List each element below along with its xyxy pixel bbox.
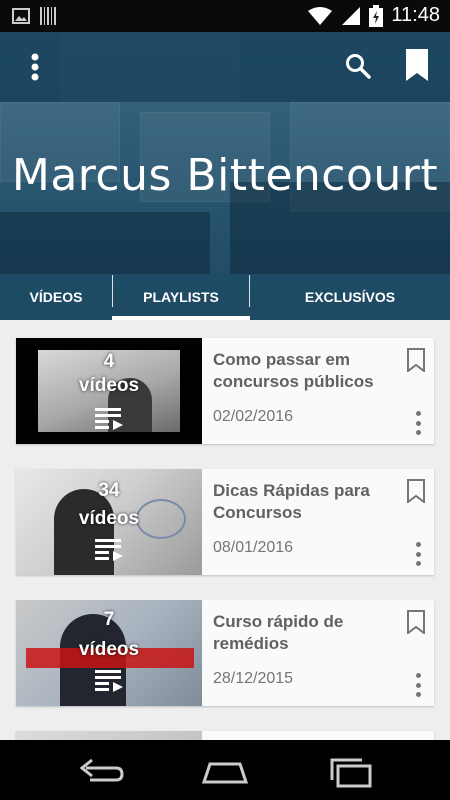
playlist-thumbnail — [16, 731, 202, 740]
tab-bar: VÍDEOS PLAYLISTS EXCLUSÍVOS — [0, 274, 450, 320]
video-count: 7 — [103, 609, 115, 630]
playlist-play-icon — [95, 539, 123, 561]
video-count-label: vídeos — [78, 639, 140, 660]
playlist-card[interactable] — [16, 731, 434, 740]
home-icon[interactable] — [200, 754, 250, 788]
playlist-card[interactable]: 34 vídeos Dicas Rápidas para Concursos 0… — [16, 469, 434, 575]
status-time: 11:48 — [391, 4, 440, 26]
tab-divider — [249, 275, 250, 307]
playlist-card[interactable]: 7 vídeos Curso rápido de remédios 28/12/… — [16, 600, 434, 706]
card-menu-button[interactable] — [408, 670, 428, 700]
playlist-date: 02/02/2016 — [213, 408, 294, 425]
card-menu-button[interactable] — [408, 539, 428, 569]
barcode-notification-icon — [40, 7, 56, 25]
channel-header: Marcus Bittencourt VÍDEOS PLAYLISTS EXCL… — [0, 32, 450, 320]
playlist-thumbnail: 34 vídeos — [16, 469, 202, 575]
tab-playlists[interactable]: PLAYLISTS — [112, 274, 250, 320]
playlist-date: 08/01/2016 — [213, 539, 294, 556]
playlist-list: 4 vídeos Como passar em concursos públic… — [0, 320, 450, 740]
bookmark-outline-icon[interactable] — [406, 348, 426, 372]
video-count: 4 — [103, 351, 115, 372]
playlist-card[interactable]: 4 vídeos Como passar em concursos públic… — [16, 338, 434, 444]
status-bar: 11:48 — [0, 0, 450, 32]
search-button[interactable] — [344, 52, 376, 84]
playlist-title: Como passar em concursos públicos — [213, 350, 374, 391]
bookmark-outline-icon[interactable] — [406, 479, 426, 503]
playlist-play-icon — [95, 408, 123, 430]
playlist-play-icon — [95, 670, 123, 692]
playlist-title: Dicas Rápidas para Concursos — [213, 481, 370, 522]
video-count-label: vídeos — [78, 375, 140, 396]
bookmark-icon — [406, 49, 428, 81]
system-nav-bar — [0, 740, 450, 800]
video-count-label: vídeos — [78, 508, 140, 529]
recents-icon[interactable] — [326, 754, 376, 788]
search-icon — [346, 54, 371, 79]
playlist-thumbnail: 4 vídeos — [16, 338, 202, 444]
tab-exclusivos[interactable]: EXCLUSÍVOS — [250, 274, 450, 320]
battery-icon — [369, 4, 384, 27]
video-count: 34 — [98, 480, 120, 501]
gallery-notification-icon — [12, 8, 30, 24]
tab-videos[interactable]: VÍDEOS — [0, 274, 112, 320]
back-icon[interactable] — [76, 754, 126, 788]
channel-title: Marcus Bittencourt — [11, 150, 439, 201]
playlist-thumbnail: 7 vídeos — [16, 600, 202, 706]
playlist-title: Curso rápido de remédios — [213, 612, 344, 653]
playlist-date: 28/12/2015 — [213, 670, 294, 687]
bookmark-outline-icon[interactable] — [406, 610, 426, 634]
background-photo-tile — [0, 212, 210, 274]
card-menu-button[interactable] — [408, 408, 428, 438]
signal-icon — [342, 6, 361, 25]
toolbar — [0, 32, 450, 102]
wifi-icon — [308, 6, 333, 25]
bookmark-button[interactable] — [404, 48, 434, 86]
overflow-menu-button[interactable] — [20, 50, 50, 84]
more-vert-icon — [31, 53, 39, 81]
tab-divider — [112, 275, 113, 307]
